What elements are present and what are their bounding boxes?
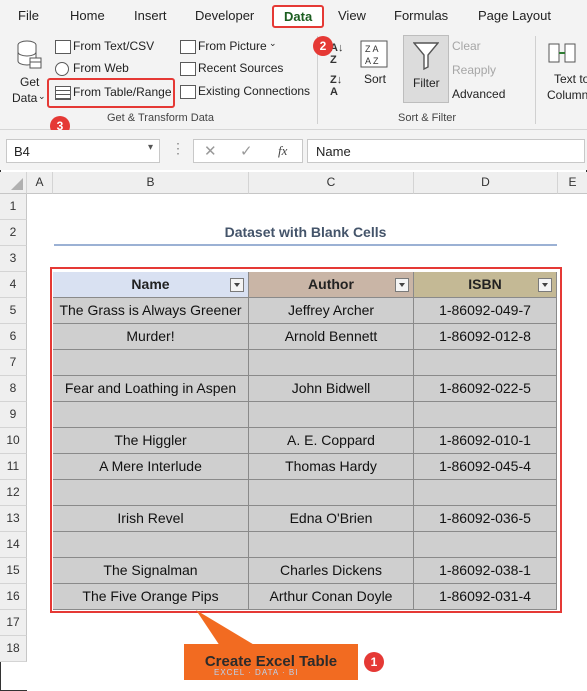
chevron-down-icon[interactable]: ▾ — [148, 142, 153, 153]
tab-page-layout[interactable]: Page Layout — [478, 8, 551, 23]
select-all-icon — [11, 178, 23, 190]
svg-text:A Z: A Z — [365, 56, 379, 66]
confirm-icon[interactable]: ✓ — [240, 142, 253, 160]
row-header-4[interactable]: 4 — [0, 272, 27, 298]
get-data-button[interactable]: Get Data ⌄ — [8, 38, 48, 108]
tab-developer[interactable]: Developer — [195, 8, 254, 23]
more-options-icon[interactable]: ⋮ — [171, 140, 185, 157]
tab-home[interactable]: Home — [70, 8, 105, 23]
formula-bar: B4 ▾ ⋮ ✕ ✓ fx Name — [0, 130, 587, 170]
row-header-16[interactable]: 16 — [0, 584, 27, 610]
title-underline — [54, 244, 557, 246]
row-header-18[interactable]: 18 — [0, 636, 27, 662]
recent-sources-button[interactable]: Recent Sources — [198, 61, 283, 75]
watermark: EXCEL · DATA · BI — [214, 668, 299, 677]
tab-insert[interactable]: Insert — [134, 8, 167, 23]
sheet-title: Dataset with Blank Cells — [224, 224, 387, 240]
row-header-10[interactable]: 10 — [0, 428, 27, 454]
clear-button[interactable]: Clear — [452, 39, 481, 53]
row-header-17[interactable]: 17 — [0, 610, 27, 636]
name-box-value: B4 — [14, 144, 30, 159]
text-to-columns-icon — [548, 43, 576, 63]
ribbon-tabs: File Home Insert Developer Data View For… — [0, 0, 587, 32]
step-badge-2: 2 — [313, 36, 333, 56]
advanced-button[interactable]: Advanced — [452, 87, 505, 101]
select-all-corner[interactable] — [0, 172, 27, 194]
column-header-d[interactable]: D — [414, 172, 558, 194]
recent-sources-icon — [180, 62, 196, 76]
row-header-14[interactable]: 14 — [0, 532, 27, 558]
sort-descending-icon[interactable]: Z↓ A — [330, 74, 342, 98]
tab-file[interactable]: File — [18, 8, 39, 23]
formula-value: Name — [316, 144, 351, 159]
globe-icon — [55, 62, 69, 76]
column-header-b[interactable]: B — [53, 172, 249, 194]
name-box[interactable]: B4 ▾ — [6, 139, 160, 163]
tab-formulas[interactable]: Formulas — [394, 8, 448, 23]
row-header-9[interactable]: 9 — [0, 402, 27, 428]
ribbon: Get Data ⌄ From Text/CSV From Web From T… — [0, 32, 587, 130]
row-header-12[interactable]: 12 — [0, 480, 27, 506]
column-header-e[interactable]: E — [558, 172, 587, 194]
picture-icon — [180, 40, 196, 54]
group-separator — [535, 36, 536, 124]
filter-button[interactable]: Filter — [403, 35, 449, 103]
sort-button[interactable]: Sort — [364, 72, 386, 86]
row-header-15[interactable]: 15 — [0, 558, 27, 584]
get-data-label-2: Data — [12, 91, 38, 105]
sort-az-icon: Z A A Z — [360, 40, 388, 68]
from-text-csv-button[interactable]: From Text/CSV — [73, 39, 154, 53]
text-to-columns-label-2: Column — [547, 88, 587, 102]
row-header-6[interactable]: 6 — [0, 324, 27, 350]
column-header-c[interactable]: C — [249, 172, 414, 194]
table-selection-outline — [50, 267, 562, 613]
cancel-icon[interactable]: ✕ — [204, 142, 217, 160]
text-csv-icon — [55, 40, 71, 54]
existing-connections-icon — [180, 85, 196, 99]
formula-input[interactable]: Name — [307, 139, 585, 163]
tab-view[interactable]: View — [338, 8, 366, 23]
text-to-columns-button[interactable]: Text to Column — [540, 38, 587, 108]
row-header-7[interactable]: 7 — [0, 350, 27, 376]
row-header-8[interactable]: 8 — [0, 376, 27, 402]
from-table-range-highlight — [47, 78, 175, 108]
get-data-label-1: Get — [20, 75, 40, 89]
step-badge-1: 1 — [364, 652, 384, 672]
row-header-3[interactable]: 3 — [0, 246, 27, 272]
existing-connections-button[interactable]: Existing Connections — [198, 84, 310, 98]
tab-data[interactable]: Data — [272, 5, 325, 28]
row-header-1[interactable]: 1 — [0, 194, 27, 220]
column-header-a[interactable]: A — [27, 172, 53, 194]
insert-function-icon[interactable]: fx — [278, 143, 287, 159]
chevron-down-icon: ⌄ — [38, 91, 46, 101]
row-header-2[interactable]: 2 — [0, 220, 27, 246]
group-label-sort-filter: Sort & Filter — [398, 112, 457, 124]
group-label-get-transform: Get & Transform Data — [107, 112, 214, 124]
row-header-13[interactable]: 13 — [0, 506, 27, 532]
from-picture-button[interactable]: From Picture — [198, 39, 267, 53]
chevron-down-icon: ⌄ — [269, 38, 277, 48]
text-to-columns-label-1: Text to — [554, 72, 587, 86]
filter-label: Filter — [413, 76, 440, 90]
funnel-icon — [413, 42, 439, 71]
row-header-11[interactable]: 11 — [0, 454, 27, 480]
from-web-button[interactable]: From Web — [73, 61, 129, 75]
database-icon — [17, 40, 42, 69]
reapply-button[interactable]: Reapply — [452, 63, 496, 77]
row-header-5[interactable]: 5 — [0, 298, 27, 324]
svg-text:Z A: Z A — [365, 44, 379, 54]
formula-buttons: ✕ ✓ fx — [193, 139, 303, 163]
